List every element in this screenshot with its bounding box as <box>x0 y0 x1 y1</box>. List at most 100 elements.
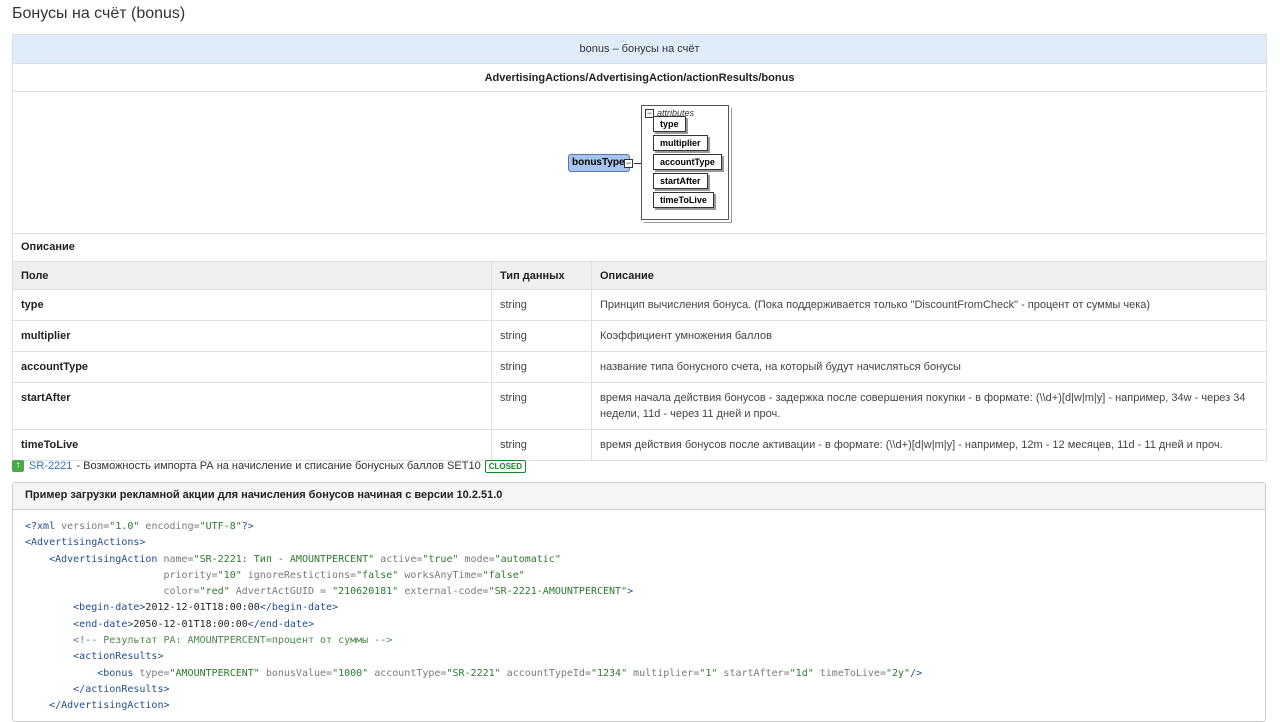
code-token: ignoreRestictions= <box>241 569 357 581</box>
attribute-startafter[interactable]: startAfter <box>653 173 708 189</box>
code-token: "SR-2221: Тип - AMOUNTPERCENT" <box>193 553 375 565</box>
cell-field: accountType <box>12 351 492 383</box>
attribute-multiplier[interactable]: multiplier <box>653 135 708 151</box>
table-row: multiplier string Коэффициент умножения … <box>12 320 1267 352</box>
cell-desc: название типа бонусного счета, на которы… <box>591 351 1267 383</box>
section-heading: Описание <box>12 233 1267 262</box>
table-row: startAfter string время начала действия … <box>12 382 1267 430</box>
attribute-type[interactable]: type <box>653 116 686 132</box>
cell-field: timeToLive <box>12 429 492 461</box>
code-token: 2012-12-01T18:00:00 <box>145 602 260 614</box>
cell-desc: Коэффициент умножения баллов <box>591 320 1267 352</box>
code-token: "10" <box>217 569 242 581</box>
cell-dtype: string <box>491 429 592 461</box>
schema-diagram-cell: bonusType − − attributes type multiplier… <box>12 91 1267 234</box>
code-token: </AdvertisingAction> <box>25 700 170 712</box>
code-token: <AdvertisingActions> <box>25 537 146 549</box>
attribute-timetolive[interactable]: timeToLive <box>653 192 714 208</box>
code-token: startAfter= <box>717 667 790 679</box>
table-row: timeToLive string время действия бонусов… <box>12 429 1267 461</box>
code-token: "1.0" <box>109 521 140 532</box>
table-row: accountType string название типа бонусно… <box>12 351 1267 383</box>
code-token: <AdvertisingAction <box>25 553 158 565</box>
cell-dtype: string <box>491 320 592 352</box>
code-token: bonusValue= <box>259 667 333 679</box>
code-token: timeToLive= <box>813 667 886 679</box>
cell-field: startAfter <box>12 382 492 430</box>
code-token: active= <box>374 553 423 565</box>
code-token: name= <box>157 553 194 565</box>
code-token: mode= <box>458 553 495 565</box>
code-panel: Пример загрузки рекламной акции для начи… <box>12 482 1266 722</box>
code-token: priority= <box>25 569 218 581</box>
code-token: "false" <box>482 569 525 581</box>
page-title: Бонусы на счёт (bonus) <box>12 5 186 22</box>
code-token: > <box>627 586 634 598</box>
code-panel-title: Пример загрузки рекламной акции для начи… <box>13 483 1265 510</box>
code-token: encoding= <box>139 521 200 532</box>
code-token: <?xml <box>25 521 62 532</box>
code-token: external-code= <box>398 586 489 598</box>
column-header-dtype: Тип данных <box>491 261 592 290</box>
code-token: "1" <box>699 667 718 679</box>
status-badge: CLOSED <box>484 459 527 473</box>
improvement-icon: ↑ <box>12 460 24 472</box>
cell-desc: Принцип вычисления бонуса. (Пока поддерж… <box>591 289 1267 321</box>
code-token: <bonus <box>25 667 134 679</box>
collapse-icon[interactable]: − <box>624 159 633 168</box>
table-caption: bonus – бонусы на счёт <box>12 34 1267 64</box>
issue-key-link[interactable]: SR-2221 <box>29 460 72 472</box>
schema-diagram: bonusType − − attributes type multiplier… <box>13 92 1266 234</box>
code-token: AdvertActGUID = <box>229 586 333 598</box>
cell-desc: время начала действия бонусов - задержка… <box>591 382 1267 430</box>
code-token: "1234" <box>590 667 628 679</box>
attributes-group: − attributes type multiplier accountType… <box>641 105 729 220</box>
code-token: "SR-2221" <box>446 667 501 679</box>
jira-issue-link[interactable]: ↑ SR-2221 - Возможность импорта РА на на… <box>12 458 527 474</box>
cell-field: type <box>12 289 492 321</box>
code-token: /> <box>910 667 923 679</box>
code-token: 2050-12-01T18:00:00 <box>133 618 248 630</box>
code-token: "UTF-8" <box>199 521 242 532</box>
code-token: <begin-date> <box>25 602 146 614</box>
code-token: "false" <box>356 569 399 581</box>
code-token: ?> <box>241 521 254 532</box>
code-token: <actionResults> <box>25 651 164 663</box>
code-block[interactable]: <?xml version="1.0" encoding="UTF-8"?> <… <box>13 510 1265 721</box>
cell-desc: время действия бонусов после активации -… <box>591 429 1267 461</box>
code-token: "true" <box>422 553 459 565</box>
code-token: version= <box>61 521 110 532</box>
code-token: </actionResults> <box>25 683 170 695</box>
issue-summary: - Возможность импорта РА на начисление и… <box>76 460 481 472</box>
column-header-desc: Описание <box>591 261 1267 290</box>
code-token: "210620181" <box>332 586 399 598</box>
attribute-accounttype[interactable]: accountType <box>653 154 722 170</box>
code-token: worksAnyTime= <box>398 569 483 581</box>
cell-dtype: string <box>491 382 592 430</box>
code-token: multiplier= <box>627 667 700 679</box>
code-token: color= <box>25 586 200 598</box>
code-token: "AMOUNTPERCENT" <box>169 667 260 679</box>
code-token: "SR-2221-AMOUNTPERCENT" <box>488 586 628 598</box>
element-path: AdvertisingActions/AdvertisingAction/act… <box>12 63 1267 92</box>
cell-dtype: string <box>491 351 592 383</box>
cell-dtype: string <box>491 289 592 321</box>
code-token: "automatic" <box>494 553 561 565</box>
code-token: type= <box>133 667 170 679</box>
connector-line <box>634 163 641 164</box>
code-comment: <!-- Результат РА: AMOUNTPERCENT=процент… <box>25 635 393 647</box>
code-token: </begin-date> <box>259 602 339 614</box>
code-token: "2y" <box>886 667 911 679</box>
column-header-field: Поле <box>12 261 492 290</box>
code-token: accountTypeId= <box>500 667 591 679</box>
cell-field: multiplier <box>12 320 492 352</box>
type-node[interactable]: bonusType <box>568 154 630 172</box>
element-table: bonus – бонусы на счёт AdvertisingAction… <box>12 34 1267 461</box>
table-row: type string Принцип вычисления бонуса. (… <box>12 289 1267 321</box>
code-token: <end-date> <box>25 618 134 630</box>
code-token: accountType= <box>368 667 447 679</box>
code-token: "1000" <box>332 667 369 679</box>
code-token: "red" <box>199 586 230 598</box>
code-token: "1d" <box>789 667 814 679</box>
code-token: </end-date> <box>247 618 314 630</box>
